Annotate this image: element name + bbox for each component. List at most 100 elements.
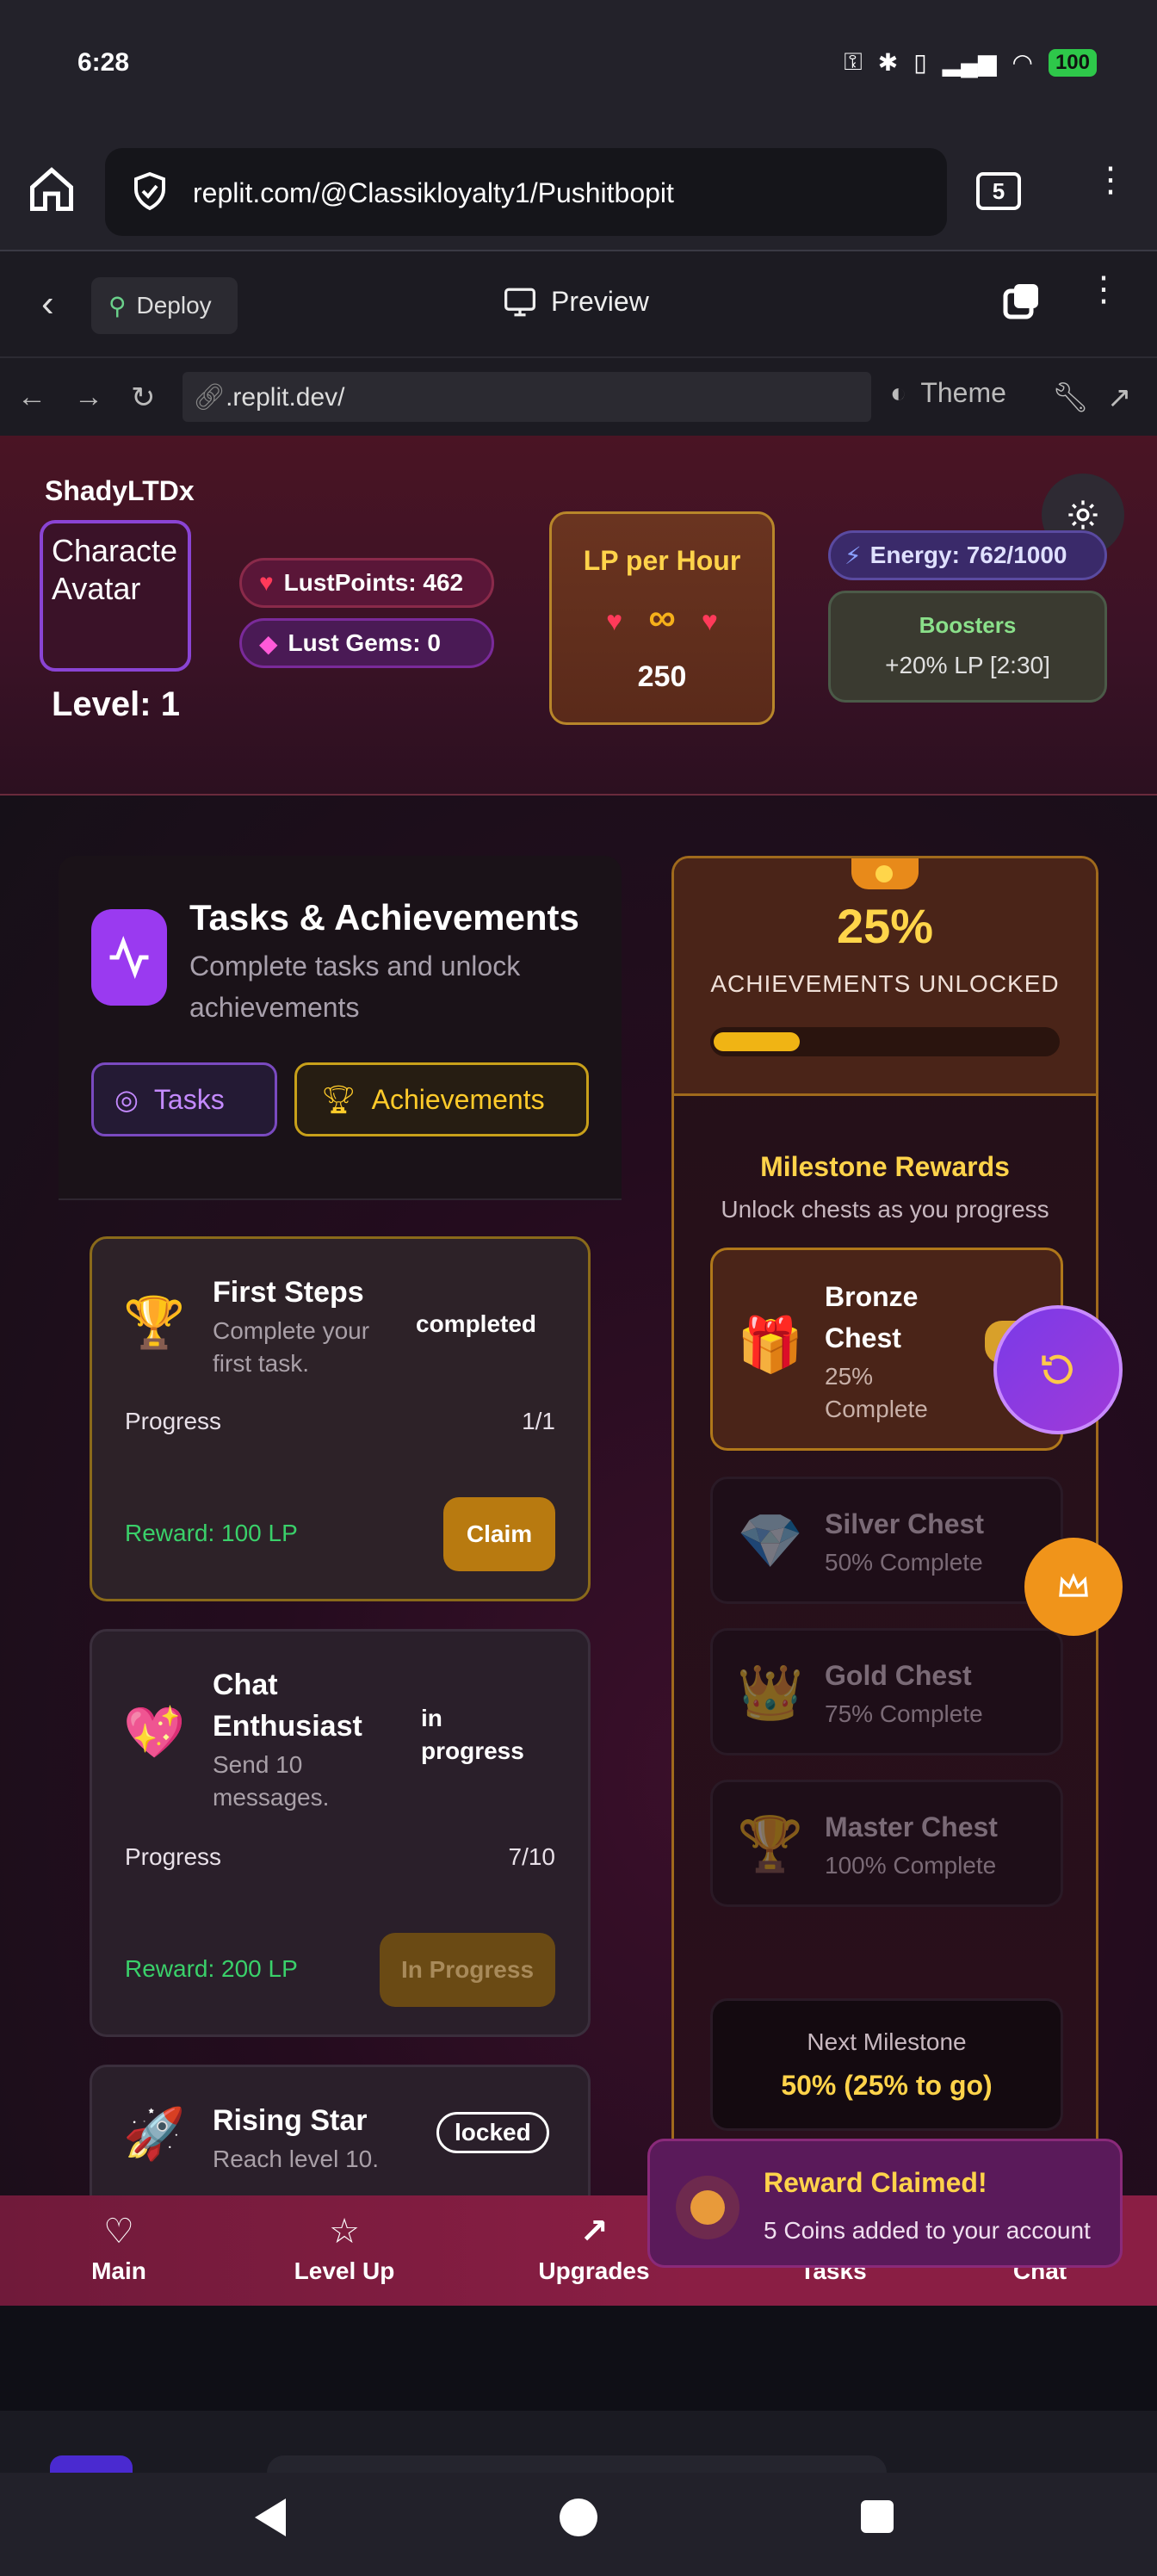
tasks-panel-header: Tasks & Achievements Complete tasks and … (59, 856, 622, 1200)
deploy-icon: ⚲ (108, 292, 127, 319)
achievements-progress-fill (714, 1032, 800, 1051)
activity-icon (91, 909, 167, 1006)
status-bar: 6:28 ⚿ ✱ ▯ ▂▄▆ ◠ 100 (0, 0, 1157, 138)
boosters-card[interactable]: Boosters +20% LP [2:30] (828, 591, 1107, 703)
windows-icon[interactable] (1000, 281, 1042, 322)
target-icon: ◎ (114, 1084, 139, 1115)
progress-label: Progress (125, 1843, 222, 1870)
url-bar[interactable]: replit.com/@Classikloyalty1/Pushitbopit (105, 148, 947, 236)
chest-silver[interactable]: 💎 Silver Chest 50% Complete (710, 1477, 1063, 1604)
gem-icon: 💎 (737, 1512, 804, 1571)
milestone-subtitle: Unlock chests as you progress (721, 1196, 1049, 1223)
preview-nav-bar: ← → ↻ 🔗︎.replit.dev/ ◐ Theme 🔧︎ ↗ (0, 358, 1157, 436)
lp-per-hour-infinity: ♥ ∞ ♥ (606, 597, 718, 639)
gear-icon (1068, 500, 1098, 529)
external-link-icon[interactable]: ↗ (1107, 381, 1132, 415)
task-title: First Steps (213, 1276, 364, 1309)
task-status-badge: in progress (421, 1705, 524, 1764)
chest-progress: 75% Complete (825, 1700, 983, 1727)
home-icon[interactable] (26, 164, 77, 215)
level-label: Level: 1 (52, 685, 180, 723)
replit-toolbar: ‹ ⚲ Deploy Preview ⋮ (0, 251, 1157, 358)
preview-title: Preview (503, 286, 649, 318)
system-home-icon[interactable] (560, 2499, 597, 2536)
crown-fab[interactable] (1024, 1538, 1123, 1636)
nav-back-arrow-icon[interactable]: ← (17, 381, 46, 414)
boosters-value: +20% LP [2:30] (885, 652, 1050, 678)
preview-address-field[interactable]: 🔗︎.replit.dev/ (183, 372, 871, 422)
link-icon: 🔗︎ (193, 383, 226, 412)
chest-name: Bronze Chest (825, 1281, 919, 1353)
tab-achievements[interactable]: 🏆︎ Achievements (294, 1062, 589, 1136)
star-icon: ☆ (329, 2213, 360, 2251)
trophy-icon: 🏆︎ (321, 1084, 356, 1115)
deploy-label: Deploy (136, 292, 212, 319)
replit-menu-icon[interactable]: ⋮ (1086, 272, 1121, 307)
task-status-badge: completed (416, 1310, 537, 1337)
reward-toast[interactable]: Reward Claimed! 5 Coins added to your ac… (647, 2139, 1123, 2268)
chest-gold[interactable]: 👑 Gold Chest 75% Complete (710, 1628, 1063, 1756)
heart-icon: ♥ (606, 605, 623, 636)
chest-master[interactable]: 🏆 Master Chest 100% Complete (710, 1780, 1063, 1907)
tab-tasks[interactable]: ◎ Tasks (91, 1062, 277, 1136)
nav-item-main[interactable]: ♡ Main (33, 2213, 205, 2285)
gem-icon: ◆ (259, 629, 278, 657)
reload-icon[interactable]: ↻ (131, 381, 156, 415)
vibrate-icon: ▯ (913, 49, 927, 76)
wrench-icon[interactable]: 🔧︎ (1052, 381, 1089, 415)
system-recents-icon[interactable] (861, 2500, 894, 2533)
ornament-dot (875, 865, 893, 882)
task-reward: Reward: 200 LP (125, 1955, 298, 1982)
gift-icon: 🎁 (737, 1316, 804, 1375)
crown-icon: 👑 (737, 1663, 804, 1723)
system-back-icon[interactable] (255, 2499, 286, 2536)
refresh-fab[interactable] (993, 1305, 1123, 1434)
bluetooth-icon: ✱ (877, 49, 899, 76)
trophy-icon: 🏆 (123, 1295, 186, 1351)
rocket-icon: 🚀 (123, 2106, 186, 2162)
lust-gems-badge: ◆ Lust Gems: 0 (239, 618, 494, 668)
tasks-title: Tasks & Achievements (189, 897, 579, 938)
lightning-icon: ⚡︎ (845, 542, 862, 569)
lp-per-hour-card: LP per Hour ♥ ∞ ♥ 250 (549, 511, 775, 725)
task-reward: Reward: 100 LP (125, 1520, 298, 1546)
in-progress-button[interactable]: In Progress (380, 1933, 555, 2007)
nav-forward-arrow-icon[interactable]: → (74, 381, 103, 414)
nav-item-level-up[interactable]: ☆ Level Up (258, 2213, 430, 2285)
toast-message: 5 Coins added to your account (764, 2217, 1091, 2244)
battery-indicator: 100 (1048, 48, 1097, 77)
character-avatar[interactable]: Characte Avatar (40, 520, 191, 672)
boosters-title: Boosters (919, 612, 1017, 638)
trophy-icon: 🏆 (737, 1815, 804, 1874)
shield-check-icon (134, 171, 165, 211)
theme-button[interactable]: ◐ Theme (890, 377, 1006, 409)
progress-value: 1/1 (522, 1408, 555, 1434)
task-title: Chat Enthusiast (213, 1669, 362, 1743)
crown-icon (1059, 1573, 1088, 1597)
achievements-progress-bar (710, 1027, 1060, 1056)
game-header: ShadyLTDx Characte Avatar Level: 1 ♥ Lus… (0, 436, 1157, 796)
refresh-icon (1042, 1354, 1073, 1384)
username: ShadyLTDx (45, 475, 195, 506)
heart-icon: ♥ (701, 605, 718, 636)
tab-switcher-button[interactable]: 5 (976, 172, 1021, 210)
task-card: 🏆 First Steps Complete your first task. … (90, 1236, 591, 1601)
chest-name: Master Chest (825, 1811, 998, 1842)
claim-button[interactable]: Claim (443, 1497, 555, 1571)
task-title: Rising Star (213, 2104, 368, 2137)
task-status-badge: locked (436, 2112, 549, 2153)
deploy-button[interactable]: ⚲ Deploy (91, 277, 238, 334)
browser-menu-icon[interactable]: ⋮ (1093, 163, 1128, 197)
sparkling-heart-icon: 💖 (123, 1705, 186, 1761)
chest-name: Silver Chest (825, 1508, 984, 1539)
achievements-label: ACHIEVEMENTS UNLOCKED (710, 970, 1060, 997)
back-chevron-icon[interactable]: ‹ (41, 282, 54, 325)
next-milestone-label: Next Milestone (807, 2028, 967, 2055)
status-time: 6:28 (77, 48, 130, 77)
task-description: Reach level 10. (213, 2146, 380, 2172)
task-description: Complete your first task. (213, 1317, 370, 1377)
milestone-title: Milestone Rewards (760, 1151, 1010, 1182)
chest-name: Gold Chest (825, 1660, 972, 1691)
chest-progress: 25% Complete (825, 1363, 928, 1422)
lp-per-hour-title: LP per Hour (583, 545, 741, 576)
